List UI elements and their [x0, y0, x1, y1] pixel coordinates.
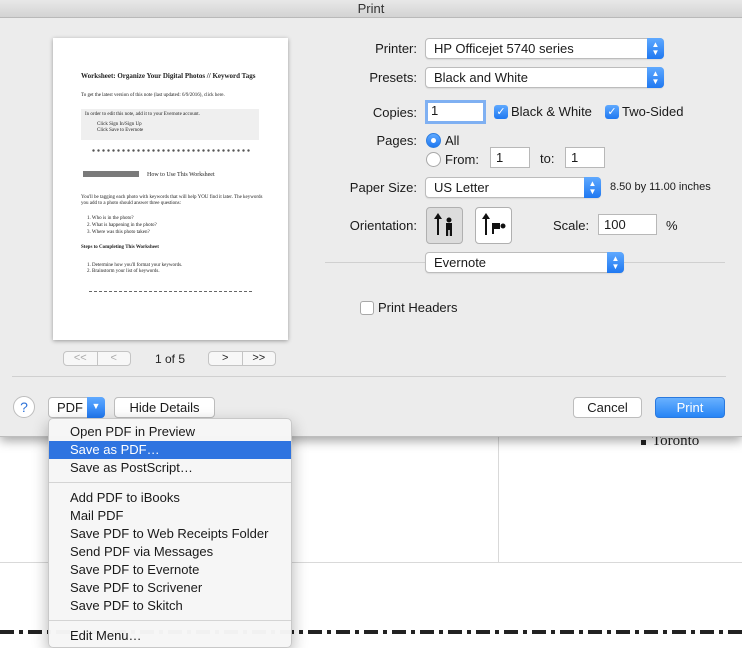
preview-step: 2. Brainstorm your list of keywords. — [87, 269, 160, 274]
page-count: 1 of 5 — [155, 352, 186, 366]
previous-page-button[interactable]: < — [96, 352, 131, 365]
preview-howto: How to Use This Worksheet — [147, 172, 215, 178]
preview-box-line: In order to edit this note, add it to yo… — [85, 112, 200, 117]
copies-field[interactable]: 1 — [425, 100, 486, 124]
window-title: Print — [0, 0, 742, 18]
menu-item-save-as-pdf[interactable]: Save as PDF… — [49, 441, 291, 459]
background-divider — [498, 437, 499, 563]
landscape-orientation-button[interactable] — [475, 207, 512, 244]
chevron-updown-icon: ▲ ▼ — [607, 252, 624, 273]
scale-unit: % — [666, 218, 678, 233]
presets-label: Presets: — [369, 70, 417, 85]
menu-separator — [49, 620, 291, 621]
pages-to-field[interactable]: 1 — [565, 147, 605, 168]
pages-all-label: All — [445, 133, 460, 148]
preview-question: 3. Where was this photo taken? — [87, 230, 150, 235]
menu-item-save-to-scrivener[interactable]: Save PDF to Scrivener — [49, 579, 291, 597]
chevron-updown-icon: ▲ ▼ — [584, 177, 601, 198]
menu-item-edit-menu[interactable]: Edit Menu… — [49, 627, 291, 645]
bottom-divider — [12, 376, 726, 377]
menu-separator — [49, 482, 291, 483]
scale-field[interactable]: 100 — [598, 214, 657, 235]
orientation-label: Orientation: — [349, 218, 417, 233]
menu-item-save-to-evernote[interactable]: Save PDF to Evernote — [49, 561, 291, 579]
section-value: Evernote — [434, 255, 487, 270]
paper-size-value: US Letter — [434, 180, 489, 195]
last-page-button[interactable]: >> — [241, 352, 276, 365]
paper-size-label: Paper Size: — [349, 180, 417, 195]
print-preview-page: Worksheet: Organize Your Digital Photos … — [53, 38, 288, 340]
pages-label: Pages: — [376, 133, 417, 148]
menu-item-mail-pdf[interactable]: Mail PDF — [49, 507, 291, 525]
first-page-button[interactable]: << — [64, 352, 97, 365]
preview-question: 1. Who is in the photo? — [87, 216, 134, 221]
pages-all-radio[interactable] — [426, 133, 441, 148]
printer-value: HP Officejet 5740 series — [434, 41, 574, 56]
menu-item-save-as-postscript[interactable]: Save as PostScript… — [49, 459, 291, 477]
pages-from-radio[interactable] — [426, 152, 441, 167]
menu-item-send-via-messages[interactable]: Send PDF via Messages — [49, 543, 291, 561]
copies-label: Copies: — [372, 105, 417, 120]
pages-from-label: From: — [445, 152, 479, 167]
menu-item-add-to-ibooks[interactable]: Add PDF to iBooks — [49, 489, 291, 507]
preview-paragraph: You'll be tagging each photo with keywor… — [81, 195, 263, 206]
pages-to-label: to: — [540, 151, 555, 166]
portrait-icon — [434, 213, 452, 236]
preview-doc-title: Worksheet: Organize Your Digital Photos … — [81, 72, 256, 80]
print-button[interactable]: Print — [655, 397, 725, 418]
pdf-button-label: PDF — [57, 400, 83, 415]
paper-dimensions: 8.50 by 11.00 inches — [610, 181, 711, 193]
printer-popup[interactable]: HP Officejet 5740 series ▲ ▼ — [425, 38, 664, 59]
paper-size-popup[interactable]: US Letter ▲ ▼ — [425, 177, 601, 198]
chevron-updown-icon: ▲ ▼ — [647, 38, 664, 59]
menu-item-save-to-skitch[interactable]: Save PDF to Skitch — [49, 597, 291, 615]
two-sided-label: Two-Sided — [622, 104, 684, 119]
pager-forward: > >> — [208, 351, 276, 366]
pdf-dropdown-menu: Open PDF in Preview Save as PDF… Save as… — [48, 418, 292, 648]
pages-from-field[interactable]: 1 — [490, 147, 530, 168]
black-white-label: Black & White — [511, 104, 592, 119]
help-button[interactable]: ? — [13, 396, 35, 418]
print-sheet: Print Worksheet: Organize Your Digital P… — [0, 0, 742, 437]
landscape-icon — [482, 213, 506, 235]
printer-label: Printer: — [375, 41, 417, 56]
preview-doc-line: To get the latest version of this note (… — [81, 93, 225, 98]
preview-steps-title: Steps to Completing This Worksheet — [81, 245, 159, 250]
preview-dots — [91, 149, 251, 152]
chevron-updown-icon: ▲ ▼ — [647, 67, 664, 88]
section-popup[interactable]: Evernote ▲ ▼ — [425, 252, 624, 273]
presets-value: Black and White — [434, 70, 528, 85]
two-sided-checkbox[interactable]: ✓ — [605, 105, 619, 119]
print-headers-label: Print Headers — [378, 300, 458, 315]
preview-button-image — [83, 171, 139, 177]
preview-question: 2. What is happening in the photo? — [87, 223, 157, 228]
next-page-button[interactable]: > — [209, 352, 242, 365]
pdf-menu-button[interactable]: PDF ▼ — [48, 397, 105, 418]
preview-dashed-line — [89, 291, 254, 292]
scale-label: Scale: — [553, 218, 590, 233]
hide-details-button[interactable]: Hide Details — [114, 397, 215, 418]
chevron-down-icon: ▼ — [87, 397, 105, 418]
preview-box-item: Click Save to Evernote — [97, 128, 144, 133]
black-white-checkbox[interactable]: ✓ — [494, 105, 508, 119]
print-headers-checkbox[interactable] — [360, 301, 374, 315]
pager-back: << < — [63, 351, 131, 366]
presets-popup[interactable]: Black and White ▲ ▼ — [425, 67, 664, 88]
menu-item-open-in-preview[interactable]: Open PDF in Preview — [49, 423, 291, 441]
portrait-orientation-button[interactable] — [426, 207, 463, 244]
menu-item-web-receipts[interactable]: Save PDF to Web Receipts Folder — [49, 525, 291, 543]
cancel-button[interactable]: Cancel — [573, 397, 642, 418]
